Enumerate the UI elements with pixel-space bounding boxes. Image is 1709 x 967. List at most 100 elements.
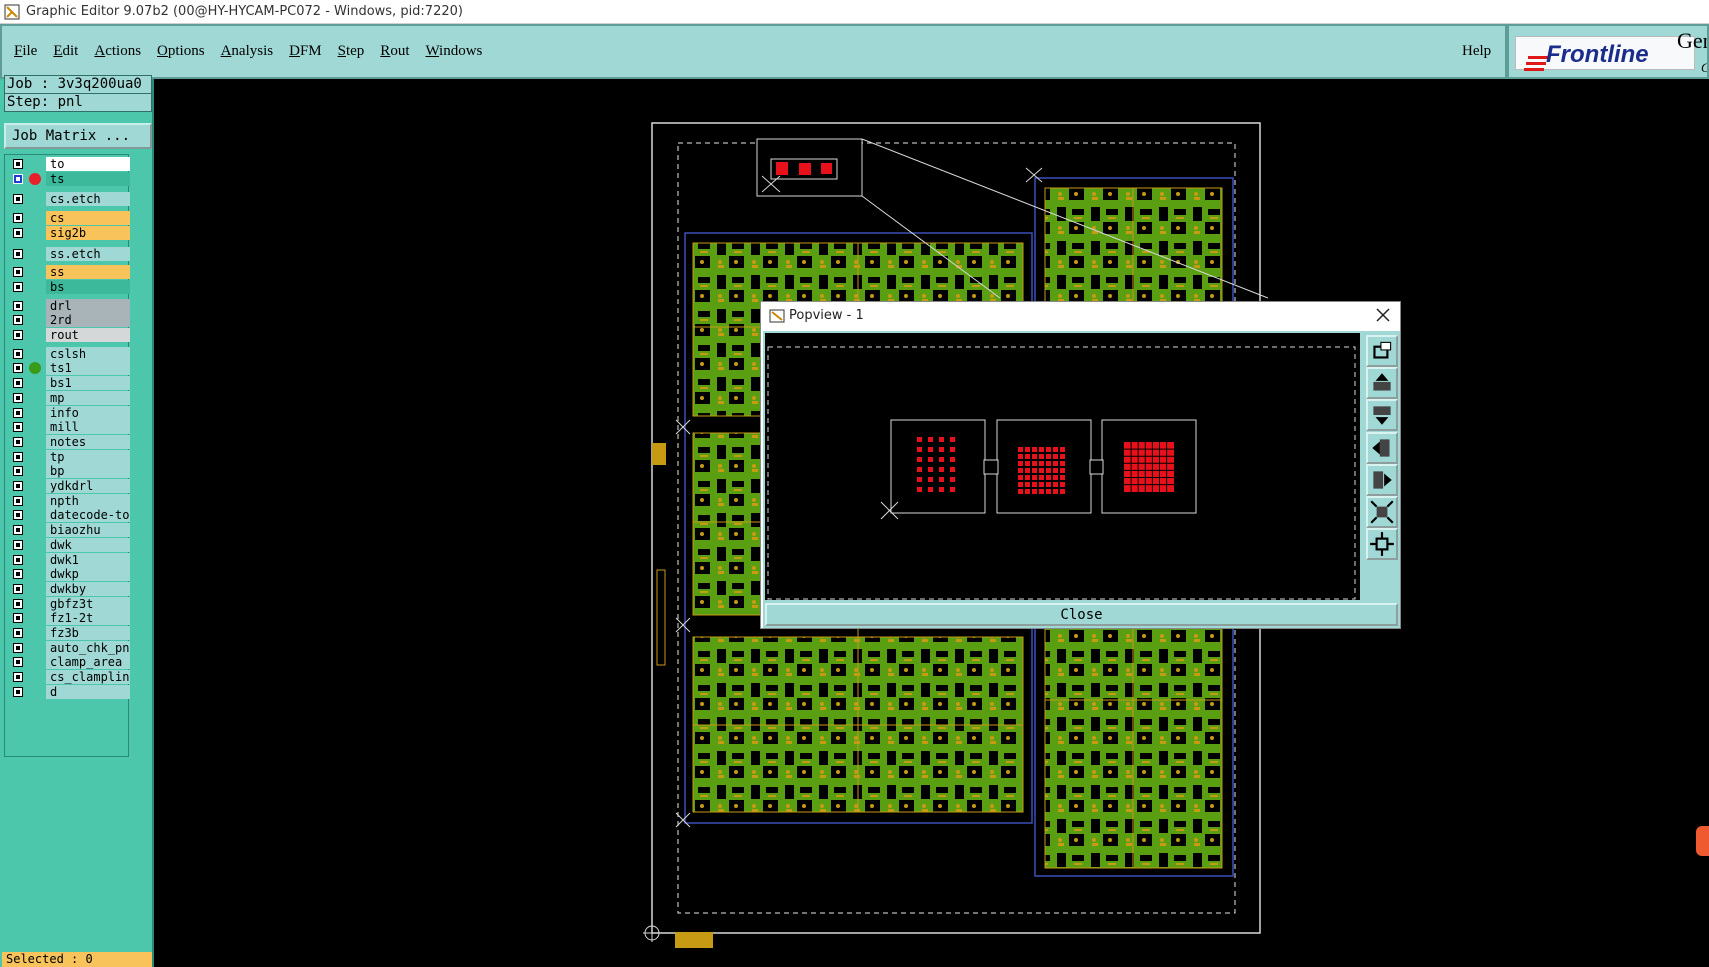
menu-item[interactable]: Step — [338, 43, 365, 60]
layer-checkbox[interactable] — [13, 481, 23, 491]
menu-item[interactable]: Windows — [425, 43, 482, 60]
layer-row[interactable]: tp — [9, 449, 130, 464]
layer-row[interactable]: fz3b — [9, 626, 130, 640]
layer-row[interactable]: bs — [9, 279, 130, 294]
layer-checkbox[interactable] — [13, 363, 23, 374]
layer-checkbox[interactable] — [13, 628, 23, 638]
layer-row[interactable]: notes — [9, 434, 130, 449]
layer-checkbox[interactable] — [13, 510, 23, 521]
layer-row[interactable]: cs_clampline — [9, 670, 130, 685]
layer-checkbox[interactable] — [13, 495, 23, 506]
layer-checkbox[interactable] — [13, 159, 23, 169]
popview-close-button[interactable]: Close — [765, 603, 1398, 626]
layer-checkbox[interactable] — [13, 539, 23, 550]
layer-checkbox[interactable] — [13, 300, 23, 311]
pan-right-icon[interactable] — [1366, 463, 1398, 496]
menu-item[interactable]: Options — [157, 43, 205, 60]
layer-row[interactable]: dwkby — [9, 581, 130, 596]
layer-checkbox[interactable] — [13, 686, 23, 697]
layer-checkbox[interactable] — [13, 267, 23, 278]
layer-row[interactable]: bs1 — [9, 376, 130, 391]
layer-checkbox[interactable] — [13, 227, 23, 238]
layer-checkbox[interactable] — [13, 281, 23, 292]
menu-item[interactable]: Rout — [380, 43, 409, 60]
layer-row[interactable]: ss.etch — [9, 246, 130, 261]
pad — [928, 447, 933, 452]
layer-checkbox[interactable] — [13, 657, 23, 668]
close-icon[interactable] — [1374, 306, 1392, 324]
layer-checkbox[interactable] — [13, 315, 23, 326]
layer-checkbox[interactable] — [13, 407, 23, 418]
menu-item[interactable]: Analysis — [221, 43, 274, 60]
layer-row[interactable]: drl — [9, 298, 130, 313]
job-label: Job : 3v3q200ua0 — [4, 75, 152, 94]
popview-canvas[interactable] — [765, 333, 1360, 600]
layer-checkbox[interactable] — [13, 436, 23, 447]
layer-checkbox[interactable] — [13, 330, 23, 340]
layer-name: cs_clampline — [46, 670, 130, 685]
layer-checkbox[interactable] — [13, 466, 23, 477]
layer-row[interactable]: bp — [9, 464, 130, 479]
layer-checkbox[interactable] — [13, 583, 23, 594]
pad — [1025, 461, 1030, 466]
pad — [1039, 461, 1044, 466]
layer-name: bp — [46, 464, 130, 479]
layer-row[interactable]: sig2b — [9, 225, 130, 240]
layer-row[interactable]: ts — [9, 171, 130, 186]
layer-row[interactable]: cs.etch — [9, 192, 130, 207]
menu-item[interactable]: File — [14, 43, 37, 60]
zoom-window-icon[interactable] — [1366, 335, 1398, 367]
layer-row[interactable]: cs — [9, 211, 130, 226]
zoom-fit-icon[interactable] — [1366, 496, 1398, 528]
job-matrix-button[interactable]: Job Matrix ... — [4, 123, 152, 149]
layer-row[interactable]: 2rd — [9, 313, 130, 328]
layer-name: d — [46, 684, 130, 699]
layer-row[interactable]: cslsh — [9, 346, 130, 361]
zoom-home-icon[interactable] — [1366, 528, 1398, 561]
layer-row[interactable]: mill — [9, 420, 130, 435]
pan-up-icon[interactable] — [1366, 367, 1398, 400]
layer-row[interactable]: dwk — [9, 537, 130, 552]
layer-row[interactable]: d — [9, 684, 130, 699]
layer-row[interactable]: ss — [9, 265, 130, 280]
layer-checkbox[interactable] — [13, 422, 23, 433]
layer-checkbox[interactable] — [13, 213, 23, 224]
pad — [950, 447, 955, 452]
layer-checkbox[interactable] — [13, 378, 23, 389]
layer-checkbox[interactable] — [13, 392, 23, 403]
pan-left-icon[interactable] — [1366, 431, 1398, 464]
layer-row[interactable]: datecode-to — [9, 508, 130, 523]
layer-checkbox[interactable] — [13, 173, 23, 184]
layer-row[interactable]: to — [9, 157, 130, 171]
layer-checkbox[interactable] — [13, 348, 23, 359]
layer-row[interactable]: fz1-2t — [9, 611, 130, 626]
menu-item[interactable]: Edit — [53, 43, 78, 60]
menu-item[interactable]: DFM — [289, 43, 322, 60]
layer-row[interactable]: rout — [9, 328, 130, 342]
layer-checkbox[interactable] — [13, 554, 23, 565]
layer-checkbox[interactable] — [13, 525, 23, 536]
layer-checkbox[interactable] — [13, 642, 23, 653]
pad — [1018, 482, 1023, 487]
layer-checkbox[interactable] — [13, 569, 23, 580]
layer-row[interactable]: auto_chk_pnl — [9, 640, 130, 655]
layer-row[interactable]: ts1 — [9, 361, 130, 376]
layer-checkbox[interactable] — [13, 613, 23, 624]
layer-row[interactable]: gbfz3t — [9, 596, 130, 611]
layer-row[interactable]: info — [9, 405, 130, 420]
layer-row[interactable]: dwk1 — [9, 552, 130, 567]
layer-row[interactable]: clamp_area — [9, 655, 130, 670]
layer-checkbox[interactable] — [13, 672, 23, 683]
layer-row[interactable]: ydkdrl — [9, 479, 130, 493]
pan-down-icon[interactable] — [1366, 399, 1398, 432]
menu-help[interactable]: Help — [1462, 43, 1491, 60]
layer-checkbox[interactable] — [13, 194, 23, 205]
layer-checkbox[interactable] — [13, 248, 23, 259]
layer-row[interactable]: npth — [9, 493, 130, 508]
layer-checkbox[interactable] — [13, 598, 23, 609]
menu-item[interactable]: Actions — [94, 43, 141, 60]
layer-checkbox[interactable] — [13, 451, 23, 462]
layer-row[interactable]: mp — [9, 390, 130, 405]
layer-row[interactable]: biaozhu — [9, 523, 130, 538]
layer-row[interactable]: dwkp — [9, 567, 130, 582]
